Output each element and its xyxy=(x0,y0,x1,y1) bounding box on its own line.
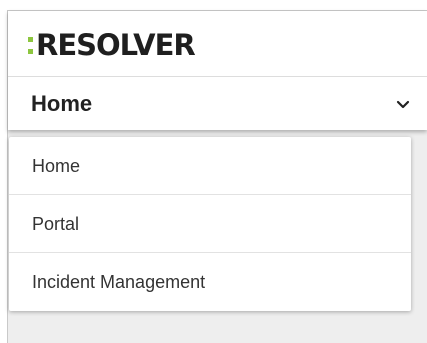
logo-colon-icon xyxy=(28,34,33,56)
current-app-label: Home xyxy=(31,91,93,116)
chevron-down-icon xyxy=(396,100,410,109)
menu-item-incident-management[interactable]: Incident Management xyxy=(9,253,411,311)
menu-item-home[interactable]: Home xyxy=(9,137,411,195)
app-nav-dropdown[interactable]: Home xyxy=(8,77,427,130)
logo-text: RESOLVER xyxy=(36,28,196,62)
menu-item-portal[interactable]: Portal xyxy=(9,195,411,253)
logo-bar: RESOLVER xyxy=(8,11,427,77)
menu-item-label: Incident Management xyxy=(32,272,206,292)
app-nav-menu: Home Portal Incident Management xyxy=(9,137,411,311)
menu-item-label: Home xyxy=(32,156,81,176)
resolver-logo[interactable]: RESOLVER xyxy=(28,28,196,62)
app-header: RESOLVER Home xyxy=(8,11,427,130)
app-frame: RESOLVER Home Home Portal Incident Manag… xyxy=(7,10,427,343)
menu-item-label: Portal xyxy=(32,214,80,234)
